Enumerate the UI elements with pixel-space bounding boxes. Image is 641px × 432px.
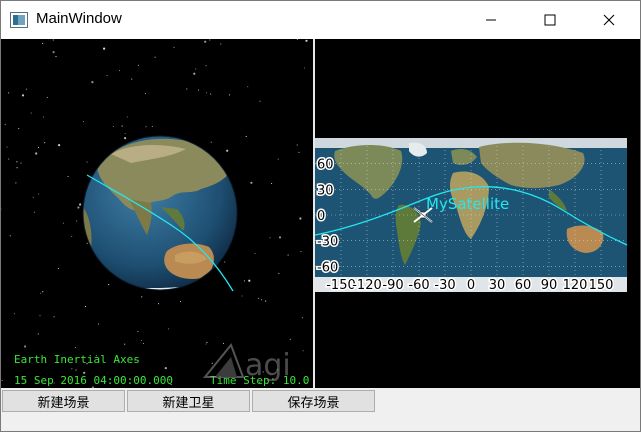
- lat-tick-label: 60: [317, 158, 334, 173]
- window-title: MainWindow: [36, 10, 122, 27]
- lon-tick-label: -60: [408, 278, 429, 293]
- lon-tick-label: -30: [434, 278, 455, 293]
- title-bar[interactable]: MainWindow: [1, 1, 640, 39]
- lat-tick-label: 0: [317, 209, 325, 224]
- globe-3d-view[interactable]: Earth Inertial Axes 15 Sep 2016 04:00:00…: [1, 39, 313, 388]
- lon-tick-label: 150: [589, 278, 614, 293]
- close-button[interactable]: [586, 1, 632, 39]
- longitude-ticks: -150-120 -90 -60 -30 0 30 60 90 120 150: [325, 277, 615, 295]
- datetime-readout: 15 Sep 2016 04:00:00.000: [14, 374, 173, 387]
- lon-tick-label: 0: [467, 278, 475, 293]
- world-map: MySatellite 60300-30-60 -150-120 -90 -60 -3…: [315, 138, 628, 295]
- lon-tick-label: 30: [489, 278, 506, 293]
- new-scene-button[interactable]: 新建场景: [2, 390, 125, 412]
- lon-tick-label: 60: [515, 278, 532, 293]
- lat-tick-label: -30: [317, 235, 338, 250]
- minimize-button[interactable]: [468, 1, 514, 39]
- axes-label: Earth Inertial Axes: [14, 353, 140, 366]
- earth-globe: [82, 135, 238, 292]
- save-scene-button[interactable]: 保存场景: [252, 390, 375, 412]
- watermark-text: agi: [245, 348, 291, 381]
- agi-logo: agi: [202, 343, 291, 381]
- lon-tick-label: 120: [563, 278, 588, 293]
- lat-tick-label: -60: [317, 260, 338, 275]
- satellite-label: MySatellite: [426, 195, 509, 213]
- lon-tick-label: -90: [382, 278, 403, 293]
- app-icon: [10, 12, 28, 28]
- map-2d-view[interactable]: MySatellite 60 30 0 -30 -60 -150 -120 -90 -60 -3…: [315, 39, 640, 388]
- lon-tick-label: -120: [352, 278, 382, 293]
- close-icon: [603, 14, 615, 26]
- lat-tick-label: 30: [317, 183, 334, 198]
- maximize-icon: [544, 14, 556, 26]
- maximize-button[interactable]: [527, 1, 573, 39]
- new-satellite-button[interactable]: 新建卫星: [127, 390, 250, 412]
- minimize-icon: [486, 19, 496, 21]
- main-window: MainWindow Earth Inertial Axes 15 Sep 20…: [0, 0, 641, 432]
- lon-tick-label: 90: [541, 278, 558, 293]
